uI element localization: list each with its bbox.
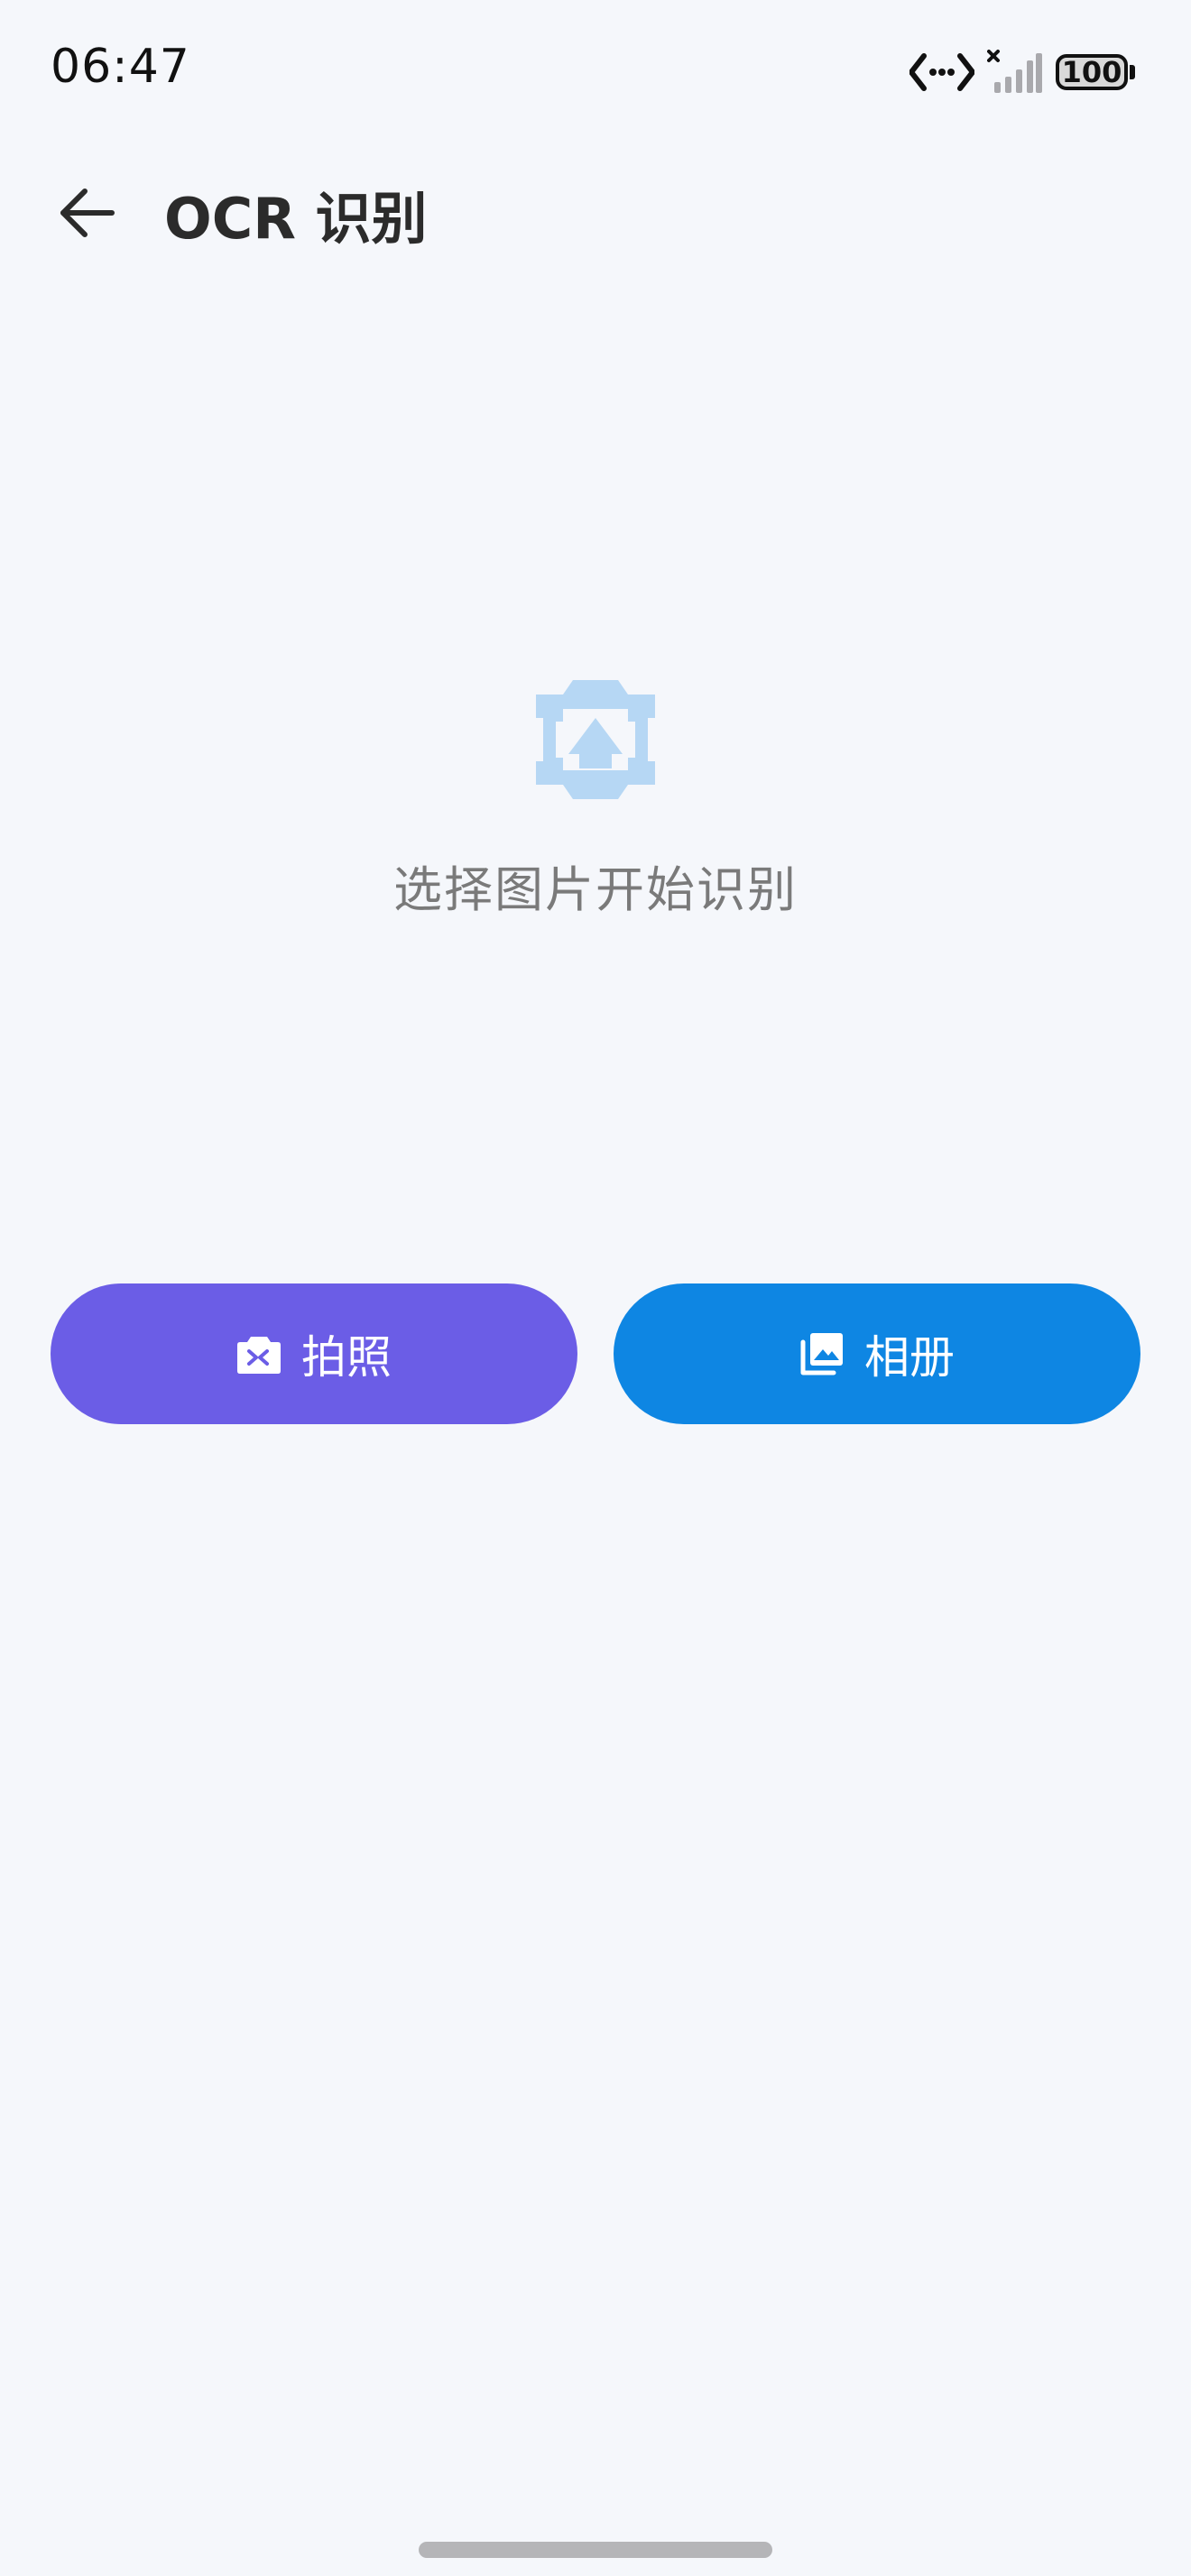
status-icons: 100 [909,45,1139,99]
page-title: OCR 识别 [164,186,428,252]
action-buttons: 拍照 相册 [51,1283,1140,1424]
camera-button[interactable]: 拍照 [51,1283,577,1424]
arrow-left-icon [60,189,115,237]
app-bar: OCR 识别 [0,161,1191,260]
ocr-screen: 06:47 100 OCR 识别 选择图片开始识别 拍照 相册 [0,0,1191,2576]
album-button-label: 相册 [864,1331,955,1384]
dev-tools-icon [909,53,974,91]
gallery-icon [800,1333,843,1375]
battery-icon: 100 [1056,51,1139,93]
camera-icon [237,1337,281,1374]
camera-button-label: 拍照 [301,1331,392,1384]
signal-off-icon [987,50,1042,93]
album-button[interactable]: 相册 [614,1283,1140,1424]
battery-level: 100 [1061,55,1122,89]
image-upload-icon [536,680,655,799]
status-time: 06:47 [51,40,190,94]
empty-state-message: 选择图片开始识别 [393,861,798,918]
empty-state: 选择图片开始识别 [0,667,1191,921]
back-button[interactable] [51,177,123,249]
home-indicator[interactable] [419,2542,772,2558]
status-bar: 06:47 100 [0,0,1191,135]
